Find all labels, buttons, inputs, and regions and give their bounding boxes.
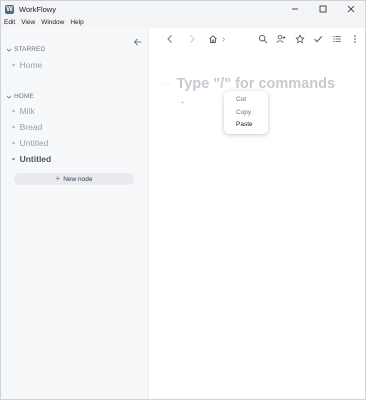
- check-icon: [314, 36, 323, 43]
- close-button[interactable]: [337, 1, 365, 17]
- home-button[interactable]: [207, 33, 219, 45]
- star-icon: [295, 34, 305, 44]
- more-button[interactable]: [349, 33, 361, 45]
- breadcrumb-separator: [219, 33, 227, 45]
- app-window: W WorkFlowy Edit View Window Help STARRE…: [0, 0, 366, 400]
- menu-view[interactable]: View: [21, 19, 35, 26]
- app-logo-icon: W: [5, 4, 14, 14]
- section-label: STARRED: [14, 46, 46, 53]
- sidebar-section-home[interactable]: HOME: [6, 93, 34, 100]
- sidebar-item-starred-home[interactable]: Home: [12, 60, 42, 70]
- complete-button[interactable]: [312, 33, 324, 45]
- sidebar-item-untitled-1[interactable]: Untitled: [12, 138, 48, 148]
- bullet-icon: [12, 141, 15, 145]
- sidebar-item-label: Bread: [19, 122, 43, 132]
- search-icon: [258, 34, 268, 44]
- more-vertical-icon: [354, 35, 356, 43]
- document-title-row: ··· Type "/" for commands: [162, 76, 335, 92]
- list-icon: [333, 35, 341, 43]
- menu-bar: Edit View Window Help: [1, 17, 365, 28]
- maximize-button[interactable]: [309, 1, 337, 17]
- context-menu: Cut Copy Paste: [224, 91, 268, 134]
- forward-button[interactable]: [186, 33, 198, 45]
- context-menu-paste[interactable]: Paste: [224, 119, 268, 132]
- add-bullet-button[interactable]: +: [180, 98, 185, 107]
- document-title-input[interactable]: Type "/" for commands: [177, 76, 336, 92]
- search-button[interactable]: [257, 33, 269, 45]
- new-node-button[interactable]: + New node: [14, 173, 134, 185]
- back-arrow-icon: [167, 35, 172, 43]
- plus-icon: +: [55, 174, 61, 183]
- sidebar: STARRED Home HOME Milk Bread Untitled Un…: [1, 28, 149, 399]
- chevron-right-icon: [221, 36, 225, 42]
- chevron-down-icon: [6, 95, 12, 99]
- section-label: HOME: [14, 93, 34, 100]
- sidebar-item-bread[interactable]: Bread: [12, 122, 42, 132]
- close-icon: [347, 5, 355, 13]
- context-menu-copy[interactable]: Copy: [224, 107, 268, 120]
- menu-window[interactable]: Window: [41, 19, 64, 26]
- maximize-icon: [319, 5, 327, 13]
- collapse-sidebar-button[interactable]: [133, 34, 143, 46]
- chevron-down-icon: [6, 48, 12, 52]
- share-button[interactable]: [275, 33, 287, 45]
- add-user-icon: [276, 35, 286, 43]
- view-options-button[interactable]: [331, 33, 343, 45]
- forward-arrow-icon: [190, 35, 195, 43]
- minimize-icon: [292, 8, 298, 10]
- star-button[interactable]: [294, 33, 306, 45]
- back-button[interactable]: [164, 33, 176, 45]
- sidebar-item-label: Untitled: [19, 154, 52, 164]
- menu-help[interactable]: Help: [70, 19, 83, 26]
- title-bar[interactable]: W WorkFlowy: [1, 1, 365, 17]
- new-node-label: New node: [63, 175, 93, 183]
- sidebar-item-label: Milk: [19, 106, 35, 116]
- bullet-icon: [12, 157, 15, 161]
- window-controls: [281, 1, 365, 17]
- bullet-icon: [12, 63, 15, 67]
- minimize-button[interactable]: [281, 1, 309, 17]
- bullet-icon: [12, 125, 15, 129]
- context-menu-cut[interactable]: Cut: [224, 94, 268, 107]
- menu-edit[interactable]: Edit: [4, 19, 15, 26]
- home-icon: [209, 35, 217, 43]
- drag-handle-icon[interactable]: ···: [162, 81, 171, 88]
- sidebar-section-starred[interactable]: STARRED: [6, 46, 45, 53]
- collapse-arrow-icon: [133, 38, 142, 46]
- sidebar-item-label: Untitled: [19, 138, 49, 148]
- sidebar-item-label: Home: [19, 60, 43, 70]
- main-panel: ··· Type "/" for commands +: [150, 28, 365, 399]
- sidebar-item-milk[interactable]: Milk: [12, 106, 35, 116]
- bullet-icon: [12, 109, 15, 113]
- sidebar-item-untitled-2[interactable]: Untitled: [12, 154, 51, 164]
- window-title: WorkFlowy: [19, 4, 56, 14]
